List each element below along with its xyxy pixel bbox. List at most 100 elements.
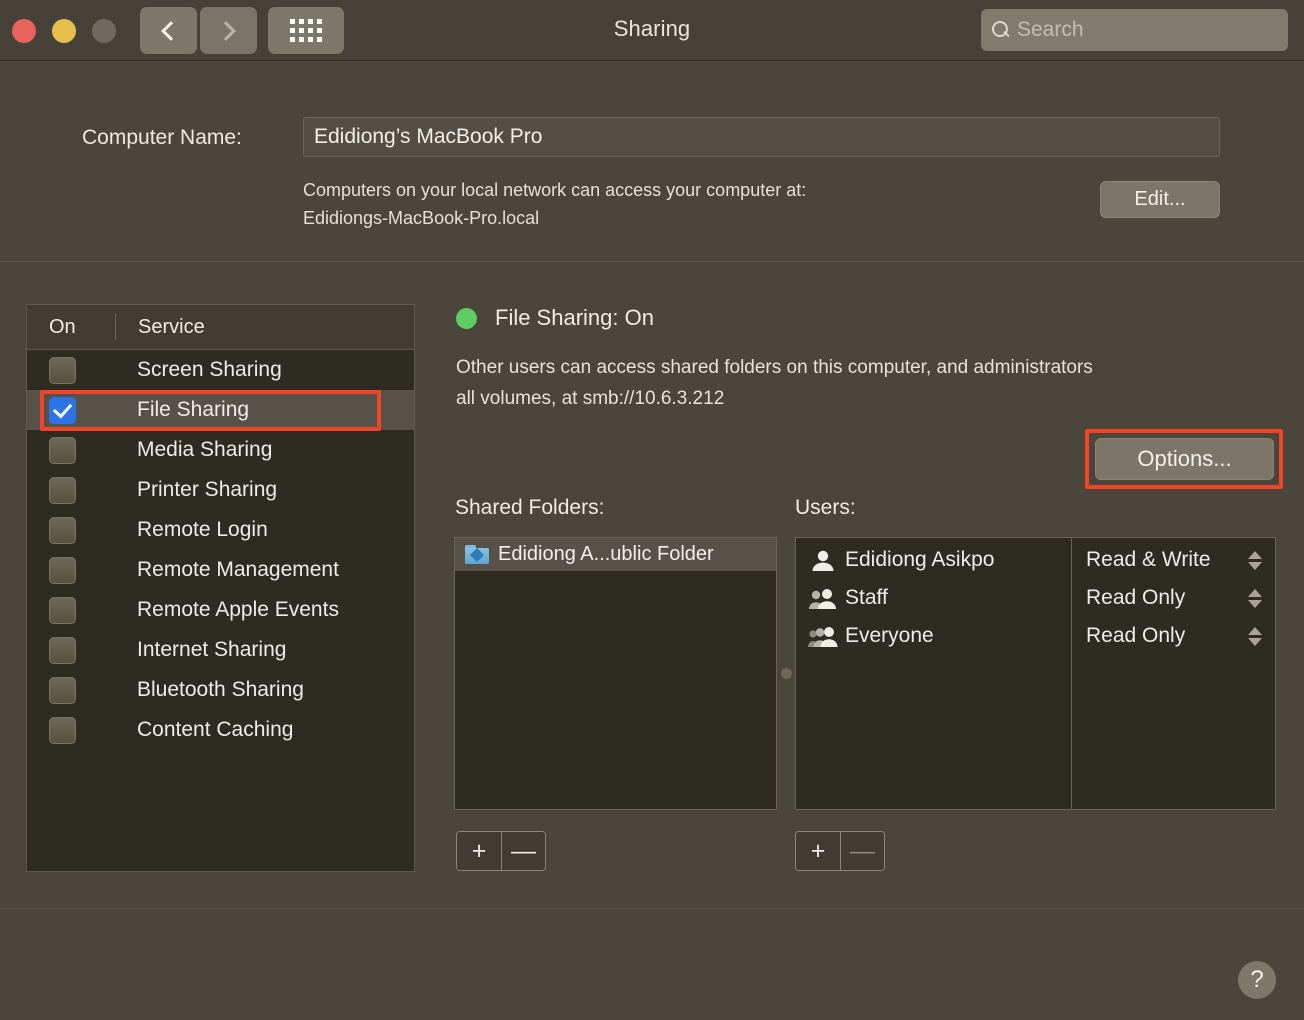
- column-header-service: Service: [138, 315, 205, 338]
- checkbox-icon[interactable]: [49, 636, 76, 664]
- user-name: Edidiong Asikpo: [845, 548, 995, 571]
- window-toolbar: Sharing: [0, 0, 1304, 61]
- permission-value: Read Only: [1086, 586, 1186, 609]
- options-button[interactable]: Options...: [1095, 438, 1274, 480]
- remove-shared-folder-button[interactable]: —: [501, 832, 545, 870]
- service-toggle-media-sharing[interactable]: [27, 436, 115, 464]
- everyone-user-icon: [808, 624, 838, 648]
- checkbox-icon[interactable]: [49, 716, 76, 744]
- splitter-handle-icon[interactable]: [781, 668, 792, 679]
- checkbox-icon[interactable]: [49, 676, 76, 704]
- list-item[interactable]: Everyone: [796, 617, 1071, 655]
- service-toggle-content-caching[interactable]: [27, 716, 115, 744]
- service-toggle-file-sharing[interactable]: [27, 396, 115, 424]
- list-item[interactable]: Staff: [796, 579, 1071, 617]
- users-list[interactable]: Edidiong Asikpo Staff Everyone Read & Wr…: [795, 537, 1276, 810]
- file-sharing-status: File Sharing: On: [456, 305, 654, 331]
- remove-user-button[interactable]: —: [840, 832, 884, 870]
- public-folder-icon: [465, 545, 489, 564]
- permission-row[interactable]: Read Only: [1072, 579, 1275, 617]
- description-line-1: Other users can access shared folders on…: [456, 357, 1093, 378]
- computer-name-input[interactable]: [314, 125, 1219, 149]
- service-label: Media Sharing: [137, 438, 273, 461]
- network-access-line: Computers on your local network can acce…: [303, 180, 807, 200]
- description-line-2: all volumes, at smb://10.6.3.212: [456, 388, 725, 409]
- service-toggle-bluetooth-sharing[interactable]: [27, 676, 115, 704]
- table-row[interactable]: Remote Login: [27, 510, 414, 550]
- search-input[interactable]: [1017, 18, 1288, 42]
- help-button[interactable]: ?: [1238, 961, 1276, 999]
- shared-folders-actions: + —: [456, 831, 546, 871]
- permission-stepper-icon[interactable]: [1248, 550, 1262, 570]
- checkbox-icon[interactable]: [49, 556, 76, 584]
- status-indicator-icon: [456, 307, 477, 329]
- search-field[interactable]: [981, 9, 1288, 51]
- edit-hostname-button[interactable]: Edit...: [1100, 181, 1220, 218]
- service-label: Remote Management: [137, 558, 339, 581]
- shared-folders-list[interactable]: Edidiong A...ublic Folder: [454, 537, 777, 810]
- table-row[interactable]: Bluetooth Sharing: [27, 670, 414, 710]
- shared-folders-label: Shared Folders:: [455, 496, 605, 519]
- service-toggle-remote-login[interactable]: [27, 516, 115, 544]
- service-label: Remote Apple Events: [137, 598, 339, 621]
- single-user-icon: [808, 548, 838, 572]
- checkbox-checked-icon[interactable]: [49, 396, 76, 424]
- services-table[interactable]: On Service Screen Sharing File Sharing M…: [26, 304, 415, 872]
- service-label: Printer Sharing: [137, 478, 278, 501]
- sharing-preferences-window: Sharing Computer Name: Computers on your…: [0, 0, 1304, 1020]
- service-toggle-remote-management[interactable]: [27, 556, 115, 584]
- local-hostname: Edidiongs-MacBook-Pro.local: [303, 208, 540, 228]
- table-row[interactable]: Printer Sharing: [27, 470, 414, 510]
- computer-name-label: Computer Name:: [82, 126, 242, 149]
- service-toggle-internet-sharing[interactable]: [27, 636, 115, 664]
- users-label: Users:: [795, 496, 856, 519]
- services-table-header: On Service: [27, 305, 414, 350]
- status-badge: File Sharing: On: [495, 305, 654, 330]
- checkbox-icon[interactable]: [49, 356, 76, 384]
- table-row[interactable]: Remote Management: [27, 550, 414, 590]
- table-row[interactable]: File Sharing: [27, 390, 414, 430]
- service-toggle-remote-apple-events[interactable]: [27, 596, 115, 624]
- search-icon: [991, 20, 1011, 40]
- users-names-column: Edidiong Asikpo Staff Everyone: [796, 538, 1072, 809]
- group-user-icon: [808, 586, 838, 610]
- header-divider: [0, 261, 1304, 262]
- permission-value: Read Only: [1086, 624, 1186, 647]
- service-label: Remote Login: [137, 518, 268, 541]
- service-label: Internet Sharing: [137, 638, 287, 661]
- checkbox-icon[interactable]: [49, 436, 76, 464]
- service-label: Bluetooth Sharing: [137, 678, 304, 701]
- service-label: Screen Sharing: [137, 358, 282, 381]
- permission-value: Read & Write: [1086, 548, 1211, 571]
- permission-row[interactable]: Read & Write: [1072, 541, 1275, 579]
- checkbox-icon[interactable]: [49, 476, 76, 504]
- service-label: Content Caching: [137, 718, 294, 741]
- table-row[interactable]: Remote Apple Events: [27, 590, 414, 630]
- table-row[interactable]: Screen Sharing: [27, 350, 414, 390]
- service-label: File Sharing: [137, 398, 250, 421]
- checkbox-icon[interactable]: [49, 516, 76, 544]
- table-row[interactable]: Internet Sharing: [27, 630, 414, 670]
- service-toggle-printer-sharing[interactable]: [27, 476, 115, 504]
- permission-stepper-icon[interactable]: [1248, 626, 1262, 646]
- permission-stepper-icon[interactable]: [1248, 588, 1262, 608]
- user-name: Staff: [845, 586, 888, 609]
- permission-row[interactable]: Read Only: [1072, 617, 1275, 655]
- computer-name-field[interactable]: [303, 117, 1220, 157]
- users-permissions-column: Read & Write Read Only Read Only: [1072, 538, 1275, 809]
- list-item[interactable]: Edidiong Asikpo: [796, 541, 1071, 579]
- table-row[interactable]: Media Sharing: [27, 430, 414, 470]
- service-toggle-screen-sharing[interactable]: [27, 356, 115, 384]
- add-user-button[interactable]: +: [796, 832, 840, 870]
- user-name: Everyone: [845, 624, 934, 647]
- checkbox-icon[interactable]: [49, 596, 76, 624]
- folder-name: Edidiong A...ublic Folder: [498, 543, 714, 565]
- add-shared-folder-button[interactable]: +: [457, 832, 501, 870]
- pane-splitter[interactable]: [780, 537, 792, 810]
- footer-divider: [0, 908, 1304, 909]
- computer-name-description: Computers on your local network can acce…: [303, 176, 1063, 232]
- table-row[interactable]: Content Caching: [27, 710, 414, 750]
- list-item[interactable]: Edidiong A...ublic Folder: [455, 538, 776, 571]
- column-header-on: On: [49, 315, 76, 338]
- users-actions: + —: [795, 831, 885, 871]
